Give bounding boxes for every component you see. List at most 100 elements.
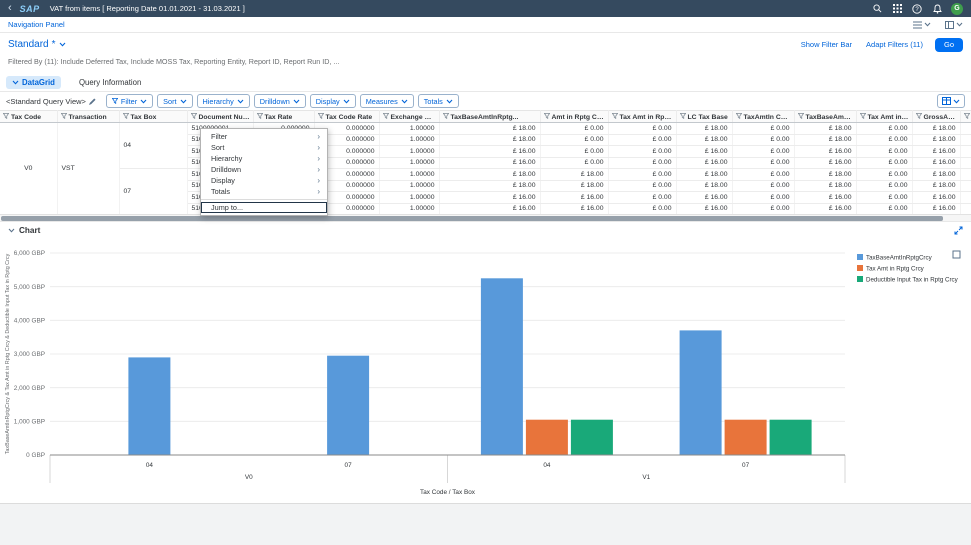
- value-cell[interactable]: £ 18.00: [439, 180, 540, 192]
- bar[interactable]: [526, 420, 568, 455]
- value-cell[interactable]: £ 18.00: [676, 134, 732, 146]
- column-header[interactable]: Tax Rate: [253, 111, 314, 123]
- value-cell[interactable]: £ 16.00: [676, 203, 732, 214]
- bar[interactable]: [725, 420, 767, 455]
- value-cell[interactable]: £ 16.00: [439, 146, 540, 158]
- column-header[interactable]: Amt in Rptg Currency: [540, 111, 608, 123]
- value-cell[interactable]: £ 16.00: [794, 192, 856, 204]
- value-cell[interactable]: £ 0.00: [856, 146, 912, 158]
- value-cell[interactable]: £ 0.00: [732, 192, 794, 204]
- value-cell[interactable]: £ 0.00: [608, 157, 676, 169]
- value-cell[interactable]: £ 16.00: [540, 192, 608, 204]
- go-button[interactable]: Go: [935, 38, 963, 52]
- table-settings-button[interactable]: [937, 94, 965, 108]
- value-cell[interactable]: £ 16.00: [912, 157, 960, 169]
- value-cell[interactable]: £ 16.00: [676, 157, 732, 169]
- chart-fullscreen-icon[interactable]: [952, 246, 961, 264]
- adapt-filters-link[interactable]: Adapt Filters (11): [866, 40, 923, 49]
- value-cell[interactable]: £ 0.00: [856, 157, 912, 169]
- tax-box-cell[interactable]: 04: [119, 123, 187, 169]
- value-cell[interactable]: £ 18.00: [912, 123, 960, 135]
- value-cell[interactable]: £ 0.00: [856, 180, 912, 192]
- value-cell[interactable]: £ 18.00: [794, 169, 856, 181]
- value-cell[interactable]: 1.00000: [379, 123, 439, 135]
- value-cell[interactable]: £ 0.00: [732, 146, 794, 158]
- value-cell[interactable]: £ 18.00: [439, 134, 540, 146]
- bar[interactable]: [128, 357, 170, 455]
- value-cell[interactable]: £ 0.00: [540, 157, 608, 169]
- measures-button[interactable]: Measures: [360, 94, 414, 108]
- value-cell[interactable]: £ 0.00: [856, 169, 912, 181]
- value-cell[interactable]: £ 0.00: [732, 134, 794, 146]
- column-header[interactable]: Document Number: [187, 111, 253, 123]
- value-cell[interactable]: £ 18.00: [676, 180, 732, 192]
- value-cell[interactable]: 1.00000: [379, 134, 439, 146]
- value-cell[interactable]: £ 18.00: [912, 169, 960, 181]
- menu-item-drilldown[interactable]: Drilldown›: [201, 164, 327, 175]
- value-cell[interactable]: £ 0.00: [856, 192, 912, 204]
- bar[interactable]: [680, 330, 722, 455]
- value-cell[interactable]: £ 0.00: [540, 146, 608, 158]
- value-cell[interactable]: £ 0.00: [732, 123, 794, 135]
- transaction-cell[interactable]: VST: [57, 123, 119, 215]
- column-header[interactable]: TaxBaseAmtInRptg...: [439, 111, 540, 123]
- value-cell[interactable]: 1.00000: [379, 146, 439, 158]
- variant-selector[interactable]: Standard *: [8, 39, 66, 50]
- value-cell[interactable]: 1.00000: [379, 203, 439, 214]
- value-cell[interactable]: £ 18.00: [960, 134, 971, 146]
- value-cell[interactable]: £ 0.00: [732, 157, 794, 169]
- value-cell[interactable]: £ 0.00: [608, 169, 676, 181]
- bar[interactable]: [481, 278, 523, 455]
- column-header[interactable]: Tax Code: [0, 111, 57, 123]
- value-cell[interactable]: £ 18.00: [439, 169, 540, 181]
- view-switcher-button[interactable]: [913, 21, 931, 29]
- value-cell[interactable]: £ 16.00: [439, 157, 540, 169]
- column-header[interactable]: TaxBaseAmtInTrCrcy: [794, 111, 856, 123]
- menu-item-totals[interactable]: Totals›: [201, 186, 327, 197]
- user-avatar[interactable]: G: [951, 3, 963, 15]
- column-header[interactable]: GrossAmtIn Tr...: [960, 111, 971, 123]
- value-cell[interactable]: £ 18.00: [912, 180, 960, 192]
- chart-collapse-caret-icon[interactable]: [8, 228, 15, 233]
- value-cell[interactable]: £ 0.00: [856, 134, 912, 146]
- value-cell[interactable]: £ 18.00: [540, 169, 608, 181]
- value-cell[interactable]: £ 18.00: [960, 180, 971, 192]
- menu-item-hierarchy[interactable]: Hierarchy›: [201, 153, 327, 164]
- value-cell[interactable]: £ 0.00: [856, 203, 912, 214]
- menu-item-filter[interactable]: Filter›: [201, 131, 327, 142]
- value-cell[interactable]: £ 0.00: [608, 134, 676, 146]
- value-cell[interactable]: £ 16.00: [439, 192, 540, 204]
- query-view-selector[interactable]: <Standard Query View>: [6, 97, 96, 106]
- legend-item[interactable]: TaxBaseAmtInRptgCrcy: [857, 254, 933, 262]
- notifications-icon[interactable]: [930, 2, 944, 16]
- value-cell[interactable]: £ 0.00: [608, 123, 676, 135]
- value-cell[interactable]: £ 16.00: [676, 146, 732, 158]
- value-cell[interactable]: £ 0.00: [608, 180, 676, 192]
- value-cell[interactable]: £ 0.00: [608, 146, 676, 158]
- value-cell[interactable]: £ 16.00: [960, 146, 971, 158]
- value-cell[interactable]: 1.00000: [379, 180, 439, 192]
- show-filter-bar-link[interactable]: Show Filter Bar: [801, 40, 852, 49]
- value-cell[interactable]: £ 18.00: [676, 123, 732, 135]
- value-cell[interactable]: £ 16.00: [960, 192, 971, 204]
- value-cell[interactable]: £ 16.00: [960, 203, 971, 214]
- value-cell[interactable]: 1.00000: [379, 169, 439, 181]
- horizontal-scrollbar[interactable]: [0, 214, 971, 221]
- hierarchy-button[interactable]: Hierarchy: [197, 94, 250, 108]
- value-cell[interactable]: £ 0.00: [732, 203, 794, 214]
- back-button[interactable]: ‹: [8, 3, 12, 14]
- filter-button[interactable]: Filter: [106, 94, 153, 108]
- column-header[interactable]: Tax Box: [119, 111, 187, 123]
- help-icon[interactable]: ?: [910, 2, 924, 16]
- sort-button[interactable]: Sort: [157, 94, 192, 108]
- value-cell[interactable]: £ 18.00: [794, 134, 856, 146]
- value-cell[interactable]: £ 16.00: [912, 192, 960, 204]
- value-cell[interactable]: £ 0.00: [856, 123, 912, 135]
- value-cell[interactable]: £ 16.00: [794, 146, 856, 158]
- value-cell[interactable]: 1.00000: [379, 157, 439, 169]
- value-cell[interactable]: £ 0.00: [540, 123, 608, 135]
- tab-datagrid[interactable]: DataGrid: [6, 76, 61, 89]
- value-cell[interactable]: £ 18.00: [676, 169, 732, 181]
- value-cell[interactable]: £ 18.00: [960, 169, 971, 181]
- display-button[interactable]: Display: [310, 94, 356, 108]
